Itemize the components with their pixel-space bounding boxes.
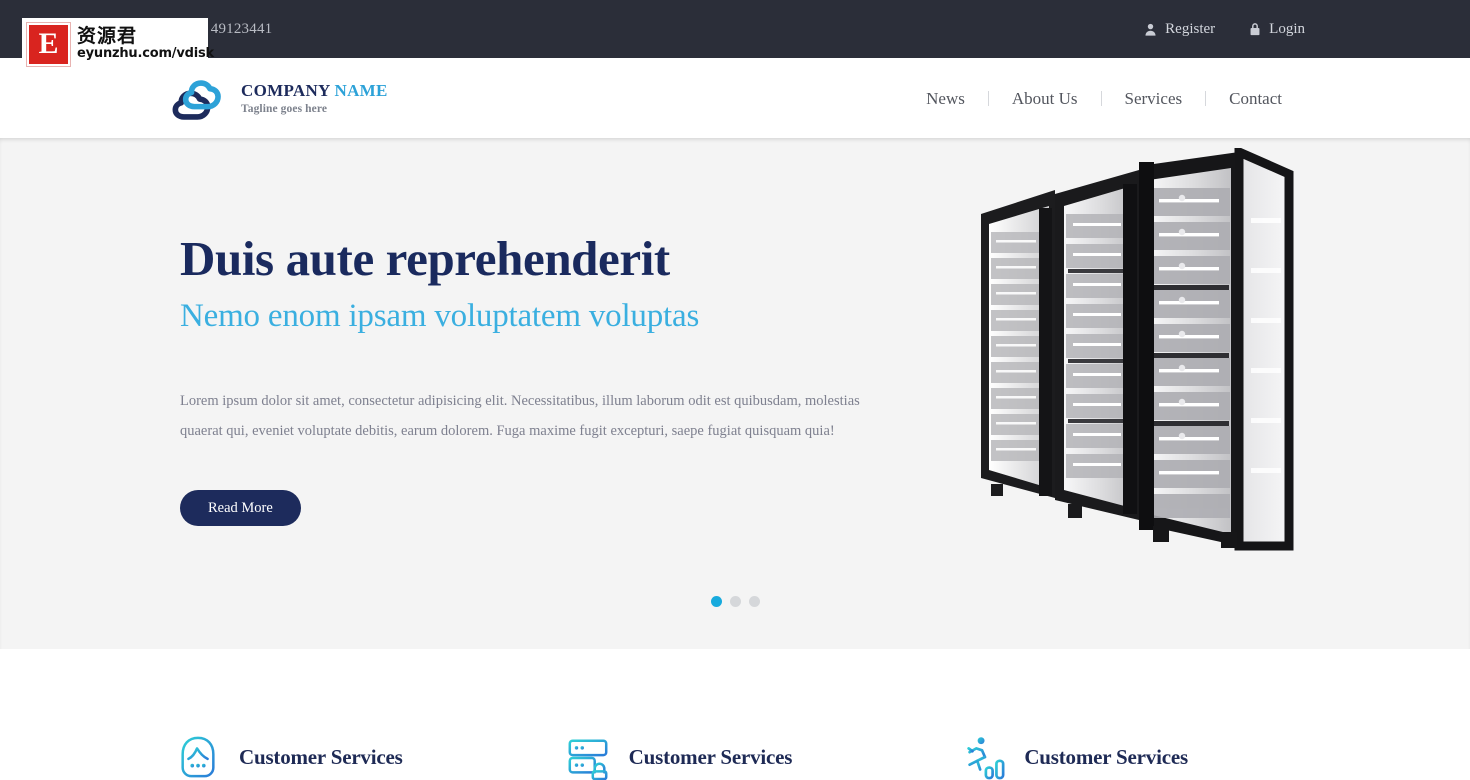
nav-item-news[interactable]: News bbox=[903, 90, 988, 107]
carousel-dot-3[interactable] bbox=[748, 596, 760, 607]
register-link[interactable]: Register bbox=[1144, 21, 1215, 38]
service-title-3: Customer Services bbox=[1024, 744, 1188, 769]
hero-copy: Duis aute reprehenderit Nemo enom ipsam … bbox=[180, 138, 880, 527]
service-item-2[interactable]: Customer Services bbox=[535, 734, 925, 780]
hero-title: Duis aute reprehenderit bbox=[180, 231, 670, 286]
watermark-chinese-text: 资源君 bbox=[77, 24, 138, 47]
login-label: Login bbox=[1269, 20, 1305, 37]
server-lock-icon bbox=[565, 734, 611, 780]
carousel-dot-1[interactable] bbox=[710, 596, 722, 607]
login-link[interactable]: Login bbox=[1249, 21, 1305, 38]
brand-logo[interactable]: COMPANY NAME Tagline goes here bbox=[165, 72, 388, 124]
hero-body-text: Lorem ipsum dolor sit amet, consectetur … bbox=[180, 393, 860, 440]
register-label: Register bbox=[1165, 20, 1216, 37]
watermark-badge-letter: E bbox=[38, 27, 59, 60]
runner-chart-icon bbox=[960, 734, 1006, 780]
server-racks-image bbox=[963, 145, 1323, 568]
cloud-logo-icon bbox=[165, 72, 227, 124]
main-navigation: News About Us Services Contact bbox=[903, 90, 1305, 107]
service-item-3[interactable]: Customer Services bbox=[924, 734, 1320, 780]
nav-item-about-us[interactable]: About Us bbox=[989, 90, 1101, 107]
top-bar: : (800) 49123441 Register Login E 资源君 ey… bbox=[0, 0, 1470, 70]
brand-name-accent: NAME bbox=[334, 81, 388, 100]
brand-tagline: Tagline goes here bbox=[241, 103, 328, 115]
services-section: Customer Services Customer Services Cust… bbox=[135, 649, 1335, 780]
site-header: COMPANY NAME Tagline goes here News Abou… bbox=[0, 58, 1470, 138]
lock-icon bbox=[1249, 22, 1261, 36]
support-face-icon bbox=[175, 734, 221, 780]
carousel-dot-2[interactable] bbox=[729, 596, 741, 607]
watermark-badge-icon: E bbox=[26, 21, 71, 67]
top-bar-links: Register Login bbox=[1144, 21, 1305, 38]
service-title-1: Customer Services bbox=[239, 744, 403, 769]
service-item-1[interactable]: Customer Services bbox=[150, 734, 535, 780]
watermark-overlay: E 资源君 eyunzhu.com/vdisk bbox=[22, 18, 214, 70]
watermark-url: eyunzhu.com/vdisk bbox=[77, 45, 214, 61]
carousel-dots bbox=[165, 596, 1305, 607]
brand-name: COMPANY NAME bbox=[241, 81, 388, 101]
service-title-2: Customer Services bbox=[628, 744, 793, 769]
brand-name-primary: COMPANY bbox=[241, 81, 330, 100]
hero-inner: Duis aute reprehenderit Nemo enom ipsam … bbox=[165, 138, 1305, 649]
watermark-text: 资源君 eyunzhu.com/vdisk bbox=[77, 24, 214, 62]
hero-subtitle: Nemo enom ipsam voluptatem voluptas bbox=[180, 297, 700, 334]
read-more-button[interactable]: Read More bbox=[180, 490, 301, 527]
user-icon bbox=[1144, 23, 1157, 36]
nav-item-contact[interactable]: Contact bbox=[1206, 90, 1305, 107]
hero-carousel: Duis aute reprehenderit Nemo enom ipsam … bbox=[0, 138, 1470, 649]
nav-item-services[interactable]: Services bbox=[1102, 90, 1206, 107]
brand-text: COMPANY NAME Tagline goes here bbox=[241, 81, 388, 115]
